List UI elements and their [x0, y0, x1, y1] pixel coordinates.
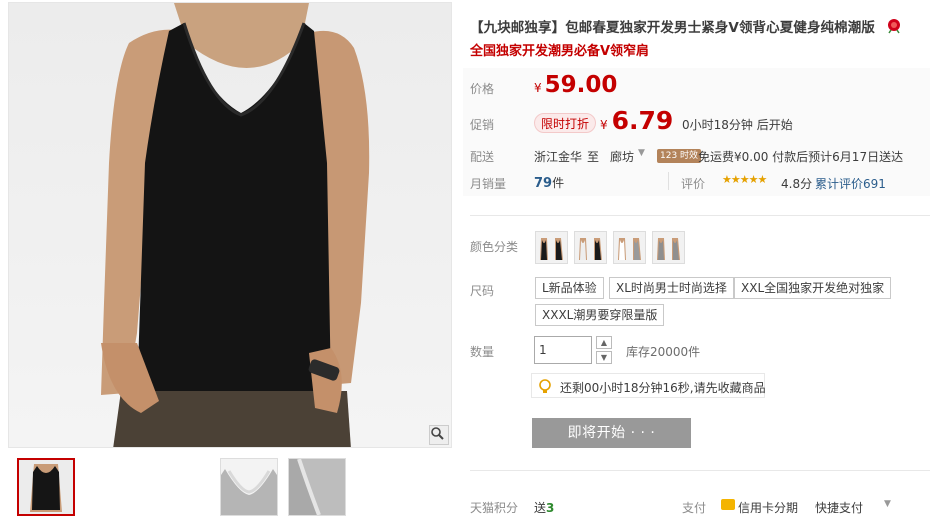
section-divider — [470, 215, 930, 216]
rating-label: 评价 — [681, 177, 706, 191]
promo-currency-symbol: ¥ — [600, 118, 608, 132]
shipping-label: 配送 — [470, 150, 495, 164]
magnifier-icon — [431, 427, 444, 440]
stock-count: 库存20000件 — [626, 345, 701, 359]
size-option-xl[interactable]: XL时尚男士时尚选择 — [609, 277, 734, 299]
size-option-xxxl[interactable]: XXXL潮男要穿限量版 — [535, 304, 665, 326]
currency-symbol: ¥ — [534, 81, 542, 95]
zoom-button[interactable] — [429, 425, 449, 445]
monthly-sales: 79件 — [534, 174, 564, 191]
promo-price-value: 6.79 — [611, 106, 674, 135]
color-swatch-4[interactable] — [652, 231, 685, 264]
thumbnail-2[interactable] — [220, 458, 278, 516]
tmall-points-value: 3 — [546, 501, 555, 515]
shipping-destination-select[interactable]: 廊坊 — [610, 148, 634, 165]
favorite-reminder-tip: 还剩00小时18分钟16秒,请先收藏商品 — [531, 373, 766, 398]
thumbnail-1[interactable] — [17, 458, 75, 516]
color-label: 颜色分类 — [470, 240, 519, 254]
color-swatch-3[interactable] — [613, 231, 646, 264]
quick-pay-option[interactable]: 快捷支付 — [815, 499, 863, 516]
size-option-xxl[interactable]: XXL全国独家开发绝对独家 — [734, 277, 892, 299]
review-count-link[interactable]: 累计评价691 — [815, 175, 886, 192]
original-price: ¥59.00 — [534, 72, 617, 98]
swatch-white-grey-image — [614, 232, 645, 263]
color-swatch-2[interactable] — [574, 231, 607, 264]
coming-soon-button[interactable]: 即将开始 · · · — [532, 418, 691, 448]
section-divider — [470, 470, 930, 471]
separator — [668, 172, 669, 190]
promo-tag: 限时打折 — [534, 113, 597, 133]
product-title: 【九块邮独享】包邮春夏独家开发男士紧身V领背心夏健身纯棉潮版 — [470, 16, 930, 36]
rose-icon — [887, 19, 900, 34]
quantity-decrease-button[interactable]: ▼ — [596, 351, 612, 364]
promo-countdown: 0小时18分钟 后开始 — [682, 118, 793, 132]
monthly-sales-unit: 件 — [552, 176, 565, 190]
product-title-text: 【九块邮独享】包邮春夏独家开发男士紧身V领背心夏健身纯棉潮版 — [470, 20, 875, 36]
tmall-points-label: 天猫积分 — [470, 501, 519, 515]
promo-price: ¥6.79 — [600, 106, 673, 135]
shipping-fee-text: 免运费¥0.00 付款后预计6月17日送达 — [698, 150, 904, 164]
star-rating-icon: ★★★★★ — [722, 173, 767, 186]
price-label: 价格 — [470, 82, 495, 96]
lightbulb-icon — [539, 379, 551, 393]
original-price-value: 59.00 — [544, 72, 618, 98]
size-label: 尺码 — [470, 284, 495, 298]
quantity-input[interactable] — [534, 336, 592, 364]
chevron-down-icon[interactable]: ▼ — [638, 148, 645, 158]
favorite-reminder-text: 还剩00小时18分钟16秒,请先收藏商品 — [560, 381, 766, 395]
product-subtitle: 全国独家开发潮男必备V领窄肩 — [470, 44, 650, 59]
size-option-l[interactable]: L新品体验 — [535, 277, 604, 299]
promo-label: 促销 — [470, 118, 495, 132]
color-swatch-1[interactable] — [535, 231, 568, 264]
thumbnail-black-tank-image — [19, 460, 73, 514]
quantity-increase-button[interactable]: ▲ — [596, 336, 612, 349]
swatch-black-image — [536, 232, 567, 263]
payment-label: 支付 — [682, 501, 707, 515]
model-in-black-tank-top — [101, 3, 370, 447]
credit-installment-option[interactable]: 信用卡分期 — [738, 499, 798, 516]
swatch-black-white-image — [575, 232, 606, 263]
chevron-down-icon[interactable]: ▼ — [884, 499, 891, 509]
thumbnail-grey-tank-image — [221, 459, 277, 515]
tmall-points-prefix: 送 — [534, 501, 547, 515]
shipping-to-word: 至 — [587, 150, 600, 164]
shipping-origin: 浙江金华 — [534, 150, 583, 164]
main-product-image[interactable] — [8, 2, 452, 448]
quantity-label: 数量 — [470, 345, 495, 359]
thumbnail-3[interactable] — [288, 458, 346, 516]
rating-score: 4.8分 — [781, 177, 813, 191]
monthly-sales-count: 79 — [534, 176, 553, 191]
swatch-grey-image — [653, 232, 684, 263]
monthly-sales-label: 月销量 — [470, 177, 507, 191]
credit-card-icon — [721, 499, 735, 510]
thumbnail-grey-fabric-image — [289, 459, 345, 515]
tmall-points: 送3 — [534, 499, 554, 516]
delivery-speed-badge: 123 时效 — [657, 149, 702, 163]
